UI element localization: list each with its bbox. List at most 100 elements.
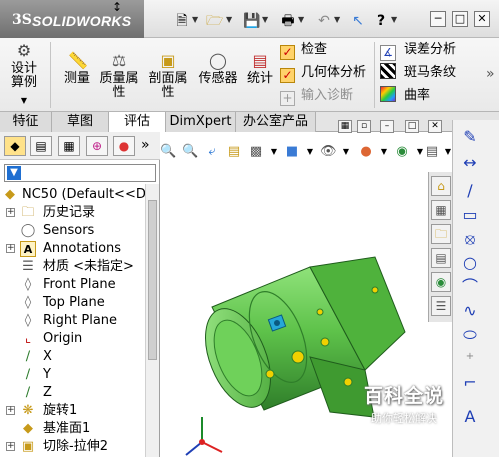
view-maximize-icon[interactable]: □ (405, 120, 419, 133)
open-dropdown-icon[interactable]: ▼ (226, 15, 232, 24)
smart-dimension-icon[interactable]: ↔ (459, 152, 481, 174)
measure-button[interactable]: 📏 测量 (60, 52, 94, 86)
expand-icon[interactable]: + (6, 208, 15, 217)
configuration-tab-icon[interactable]: ▦ (58, 136, 80, 156)
save-icon[interactable]: 💾 (243, 13, 260, 29)
datum-plane-icon: ◆ (23, 421, 33, 436)
expand-icon[interactable]: + (6, 244, 15, 253)
panel-more-icon[interactable]: » (141, 137, 150, 153)
deviation-analysis-label: 误差分析 (404, 42, 457, 57)
filter-icon: ▼ (7, 166, 21, 180)
help-dropdown-icon[interactable]: ▼ (391, 15, 397, 24)
arc-icon[interactable]: ⌒ (459, 276, 481, 298)
deviation-analysis-button[interactable]: ∡ 误差分析 (380, 40, 457, 61)
save-dropdown-icon[interactable]: ▼ (262, 15, 268, 24)
restore-view-icon[interactable]: ▫ (357, 120, 371, 133)
custom-properties-icon[interactable]: ☰ (431, 296, 451, 316)
hide-show-dropdown-icon[interactable]: ▼ (338, 144, 354, 160)
check-button[interactable]: ✓ 检查 (280, 40, 327, 60)
mass-properties-label: 质量属性 (99, 71, 139, 100)
new-document-icon[interactable]: 🗎 (174, 13, 190, 29)
view-settings-icon[interactable]: ▤ (424, 144, 440, 160)
display-style-dropdown-icon[interactable]: ▼ (302, 144, 318, 160)
file-explorer-icon[interactable]: 🗀 (431, 224, 451, 244)
open-folder-icon[interactable]: 🗁 (206, 13, 223, 29)
zoom-to-fit-icon[interactable]: 🔍 (160, 144, 176, 160)
view-close-icon[interactable]: ✕ (428, 120, 442, 133)
view-minimize-icon[interactable]: – (380, 120, 394, 133)
rectangle-icon[interactable]: ▭ (459, 204, 481, 226)
appearance-dropdown-icon[interactable]: ▼ (376, 144, 392, 160)
design-study-dropdown-icon[interactable]: ▼ (6, 94, 42, 108)
ribbon-more-icon[interactable]: » (486, 66, 495, 82)
dimxpert-tab-icon[interactable]: ⊕ (86, 136, 108, 156)
help-icon[interactable]: ? (373, 13, 389, 29)
ellipse-icon[interactable]: ⬭ (459, 324, 481, 346)
minimize-button[interactable]: ─ (430, 11, 446, 27)
plane-icon: ◊ (24, 295, 32, 310)
graphics-area[interactable]: ▦ ▫ – □ ✕ 🔍 🔍 ⤶ ▤ ▩ ▼ ■ ▼ 👁 ▼ ● ▼ ◉ ▼ ▤ … (160, 120, 451, 457)
feature-manager-toolbar: ◆ ▤ ▦ ⊕ ● » (0, 132, 160, 160)
line-icon[interactable]: ∕ (459, 180, 481, 202)
section-properties-icon: ▣ (160, 51, 176, 70)
curvature-label: 曲率 (404, 88, 431, 103)
feature-tree-tab-icon[interactable]: ◆ (4, 136, 26, 156)
feature-tree-scrollbar[interactable] (145, 184, 159, 457)
fillet-icon[interactable]: ⌐ (459, 372, 481, 394)
expand-icon[interactable]: + (6, 406, 15, 415)
apply-scene-icon[interactable]: ◉ (394, 144, 410, 160)
print-icon[interactable]: 🖶 (280, 13, 296, 29)
view-palette-icon[interactable]: ▤ (431, 248, 451, 268)
design-study-button[interactable]: ⚙ 设计算例 ▼ (6, 42, 42, 108)
property-manager-tab-icon[interactable]: ▤ (30, 136, 52, 156)
spline-icon[interactable]: ∿ (459, 300, 481, 322)
zebra-stripes-button[interactable]: 斑马条纹 (380, 63, 456, 83)
section-view-icon[interactable]: ▤ (226, 144, 242, 160)
mass-properties-button[interactable]: ⚖ 质量属性 (97, 52, 141, 100)
tile-icon[interactable]: ▦ (338, 120, 352, 133)
appearances-icon[interactable]: ◉ (431, 272, 451, 292)
home-icon[interactable]: ⌂ (431, 176, 451, 196)
design-library-icon[interactable]: ▦ (431, 200, 451, 220)
close-button[interactable]: ✕ (474, 11, 490, 27)
expand-icon[interactable]: + (6, 442, 15, 451)
edit-appearance-icon[interactable]: ● (358, 144, 374, 160)
sketch-edit-icon[interactable]: ✎ (459, 126, 481, 148)
view-orientation-icon[interactable]: ▩ (248, 144, 264, 160)
print-dropdown-icon[interactable]: ▼ (298, 15, 304, 24)
circle-icon[interactable]: ○ (459, 252, 481, 274)
tab-evaluate[interactable]: 评估 (109, 112, 166, 133)
point-icon[interactable]: + (459, 346, 481, 368)
geometry-analysis-button[interactable]: ✓ 几何体分析 (280, 63, 366, 83)
feature-filter-input[interactable]: ▼ (4, 164, 156, 182)
3d-part-model[interactable] (160, 252, 428, 457)
select-arrow-icon[interactable]: ↖ (350, 13, 366, 29)
tab-features[interactable]: 特征 (0, 112, 52, 132)
previous-view-icon[interactable]: ⤶ (204, 144, 220, 160)
zoom-area-icon[interactable]: 🔍 (182, 144, 198, 160)
statistics-button[interactable]: ▤ 统计 (245, 52, 275, 86)
feature-manager-panel: ◆ ▤ ▦ ⊕ ● » ▼ ◆ NC50 (Default<<De + 🗀 历史… (0, 132, 160, 457)
ribbon-divider (50, 42, 51, 108)
resize-grip-icon[interactable]: ↕ (111, 0, 123, 14)
import-diagnostics-button[interactable]: + 输入诊断 (280, 86, 353, 106)
view-orientation-dropdown-icon[interactable]: ▼ (266, 144, 282, 160)
text-icon[interactable]: A (459, 406, 481, 428)
undo-dropdown-icon[interactable]: ▼ (334, 15, 340, 24)
display-style-icon[interactable]: ■ (284, 144, 300, 160)
maximize-button[interactable]: □ (452, 11, 468, 27)
new-dropdown-icon[interactable]: ▼ (192, 15, 198, 24)
tab-office-products[interactable]: 办公室产品 (236, 112, 316, 132)
tree-item-label: Z (43, 385, 52, 400)
undo-icon[interactable]: ↶ (316, 13, 332, 29)
tab-sketch[interactable]: 草图 (52, 112, 109, 132)
curvature-button[interactable]: 曲率 (380, 86, 430, 106)
display-manager-tab-icon[interactable]: ● (113, 136, 135, 156)
section-properties-button[interactable]: ▣ 剖面属性 (146, 52, 190, 100)
slot-icon[interactable]: ⦻ (459, 228, 481, 250)
sensor-label: 传感器 (198, 71, 238, 86)
hide-show-items-icon[interactable]: 👁 (320, 144, 337, 160)
tab-dimxpert[interactable]: DimXpert (166, 112, 236, 132)
sensor-button[interactable]: ◯ 传感器 (196, 52, 240, 86)
scrollbar-thumb[interactable] (148, 200, 157, 360)
